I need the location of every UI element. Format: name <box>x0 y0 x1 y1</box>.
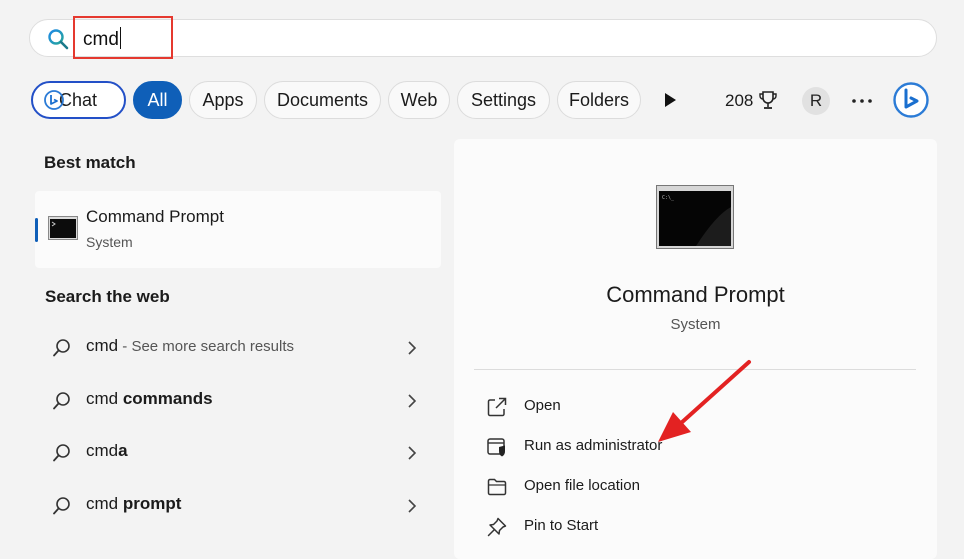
chevron-right-icon <box>408 499 417 513</box>
trophy-icon[interactable] <box>757 89 779 111</box>
magnifier-icon <box>53 392 70 410</box>
web-result-item[interactable]: cmd - See more search results <box>35 328 441 368</box>
shield-admin-icon <box>487 438 505 457</box>
web-result-plain: cmd <box>86 494 123 513</box>
chat-button[interactable]: Chat <box>31 81 126 119</box>
filter-web-label: Web <box>400 90 438 110</box>
pin-icon <box>487 517 507 537</box>
filter-settings[interactable]: Settings <box>457 81 550 119</box>
filter-documents-label: Documents <box>276 90 369 110</box>
search-web-heading: Search the web <box>45 287 170 306</box>
selection-indicator <box>35 218 38 242</box>
svg-text:C:\_: C:\_ <box>662 195 675 201</box>
magnifier-icon <box>53 497 70 515</box>
filter-web[interactable]: Web <box>388 81 450 119</box>
bing-icon[interactable] <box>892 81 930 119</box>
chat-label: Chat <box>59 90 98 110</box>
command-prompt-large-icon: C:\_ <box>656 185 734 249</box>
web-result-plain: cmd <box>86 336 119 355</box>
action-label: Pin to Start <box>524 517 599 534</box>
web-result-suffix: - See more search results <box>118 338 295 355</box>
web-result-bold: commands <box>122 389 213 408</box>
highlight-annotation <box>73 16 173 59</box>
annotation-arrow <box>658 360 751 442</box>
chevron-right-icon <box>408 394 417 408</box>
filter-folders-label: Folders <box>568 90 630 110</box>
filter-apps-label: Apps <box>202 90 244 110</box>
more-options-icon[interactable] <box>852 99 872 103</box>
avatar[interactable]: R <box>802 87 830 115</box>
magnifier-icon <box>53 339 70 357</box>
search-icon <box>48 29 69 50</box>
web-result-bold: prompt <box>122 494 182 513</box>
best-match-title: Command Prompt <box>86 207 224 226</box>
open-external-icon <box>487 397 507 417</box>
detail-subtitle: System <box>670 316 721 333</box>
filter-all[interactable]: All <box>133 81 182 119</box>
chevron-right-icon <box>408 446 417 460</box>
web-result-item[interactable]: cmd commands <box>35 381 441 421</box>
magnifier-icon <box>53 444 70 462</box>
command-prompt-icon <box>48 216 78 240</box>
web-result-item[interactable]: cmda <box>35 433 441 473</box>
web-result-plain: cmd <box>86 389 123 408</box>
rewards-points[interactable]: 208 <box>725 90 753 112</box>
filter-folders[interactable]: Folders <box>557 81 641 119</box>
filter-documents[interactable]: Documents <box>264 81 381 119</box>
best-match-item[interactable]: Command Prompt System <box>35 191 441 268</box>
best-match-subtitle: System <box>86 234 133 250</box>
filter-apps[interactable]: Apps <box>189 81 257 119</box>
web-result-bold: a <box>118 441 128 460</box>
detail-title: Command Prompt <box>606 282 785 307</box>
filter-settings-label: Settings <box>470 90 537 110</box>
chevron-right-icon <box>408 341 417 355</box>
folder-icon <box>487 478 507 496</box>
best-match-heading: Best match <box>44 153 136 172</box>
bing-chat-icon <box>44 90 64 110</box>
web-result-item[interactable]: cmd prompt <box>35 486 441 526</box>
action-label: Open file location <box>524 477 640 494</box>
more-filters-play-icon[interactable] <box>663 92 677 108</box>
action-label: Open <box>524 397 561 414</box>
filter-all-label: All <box>147 90 168 110</box>
web-result-plain: cmd <box>86 441 119 460</box>
